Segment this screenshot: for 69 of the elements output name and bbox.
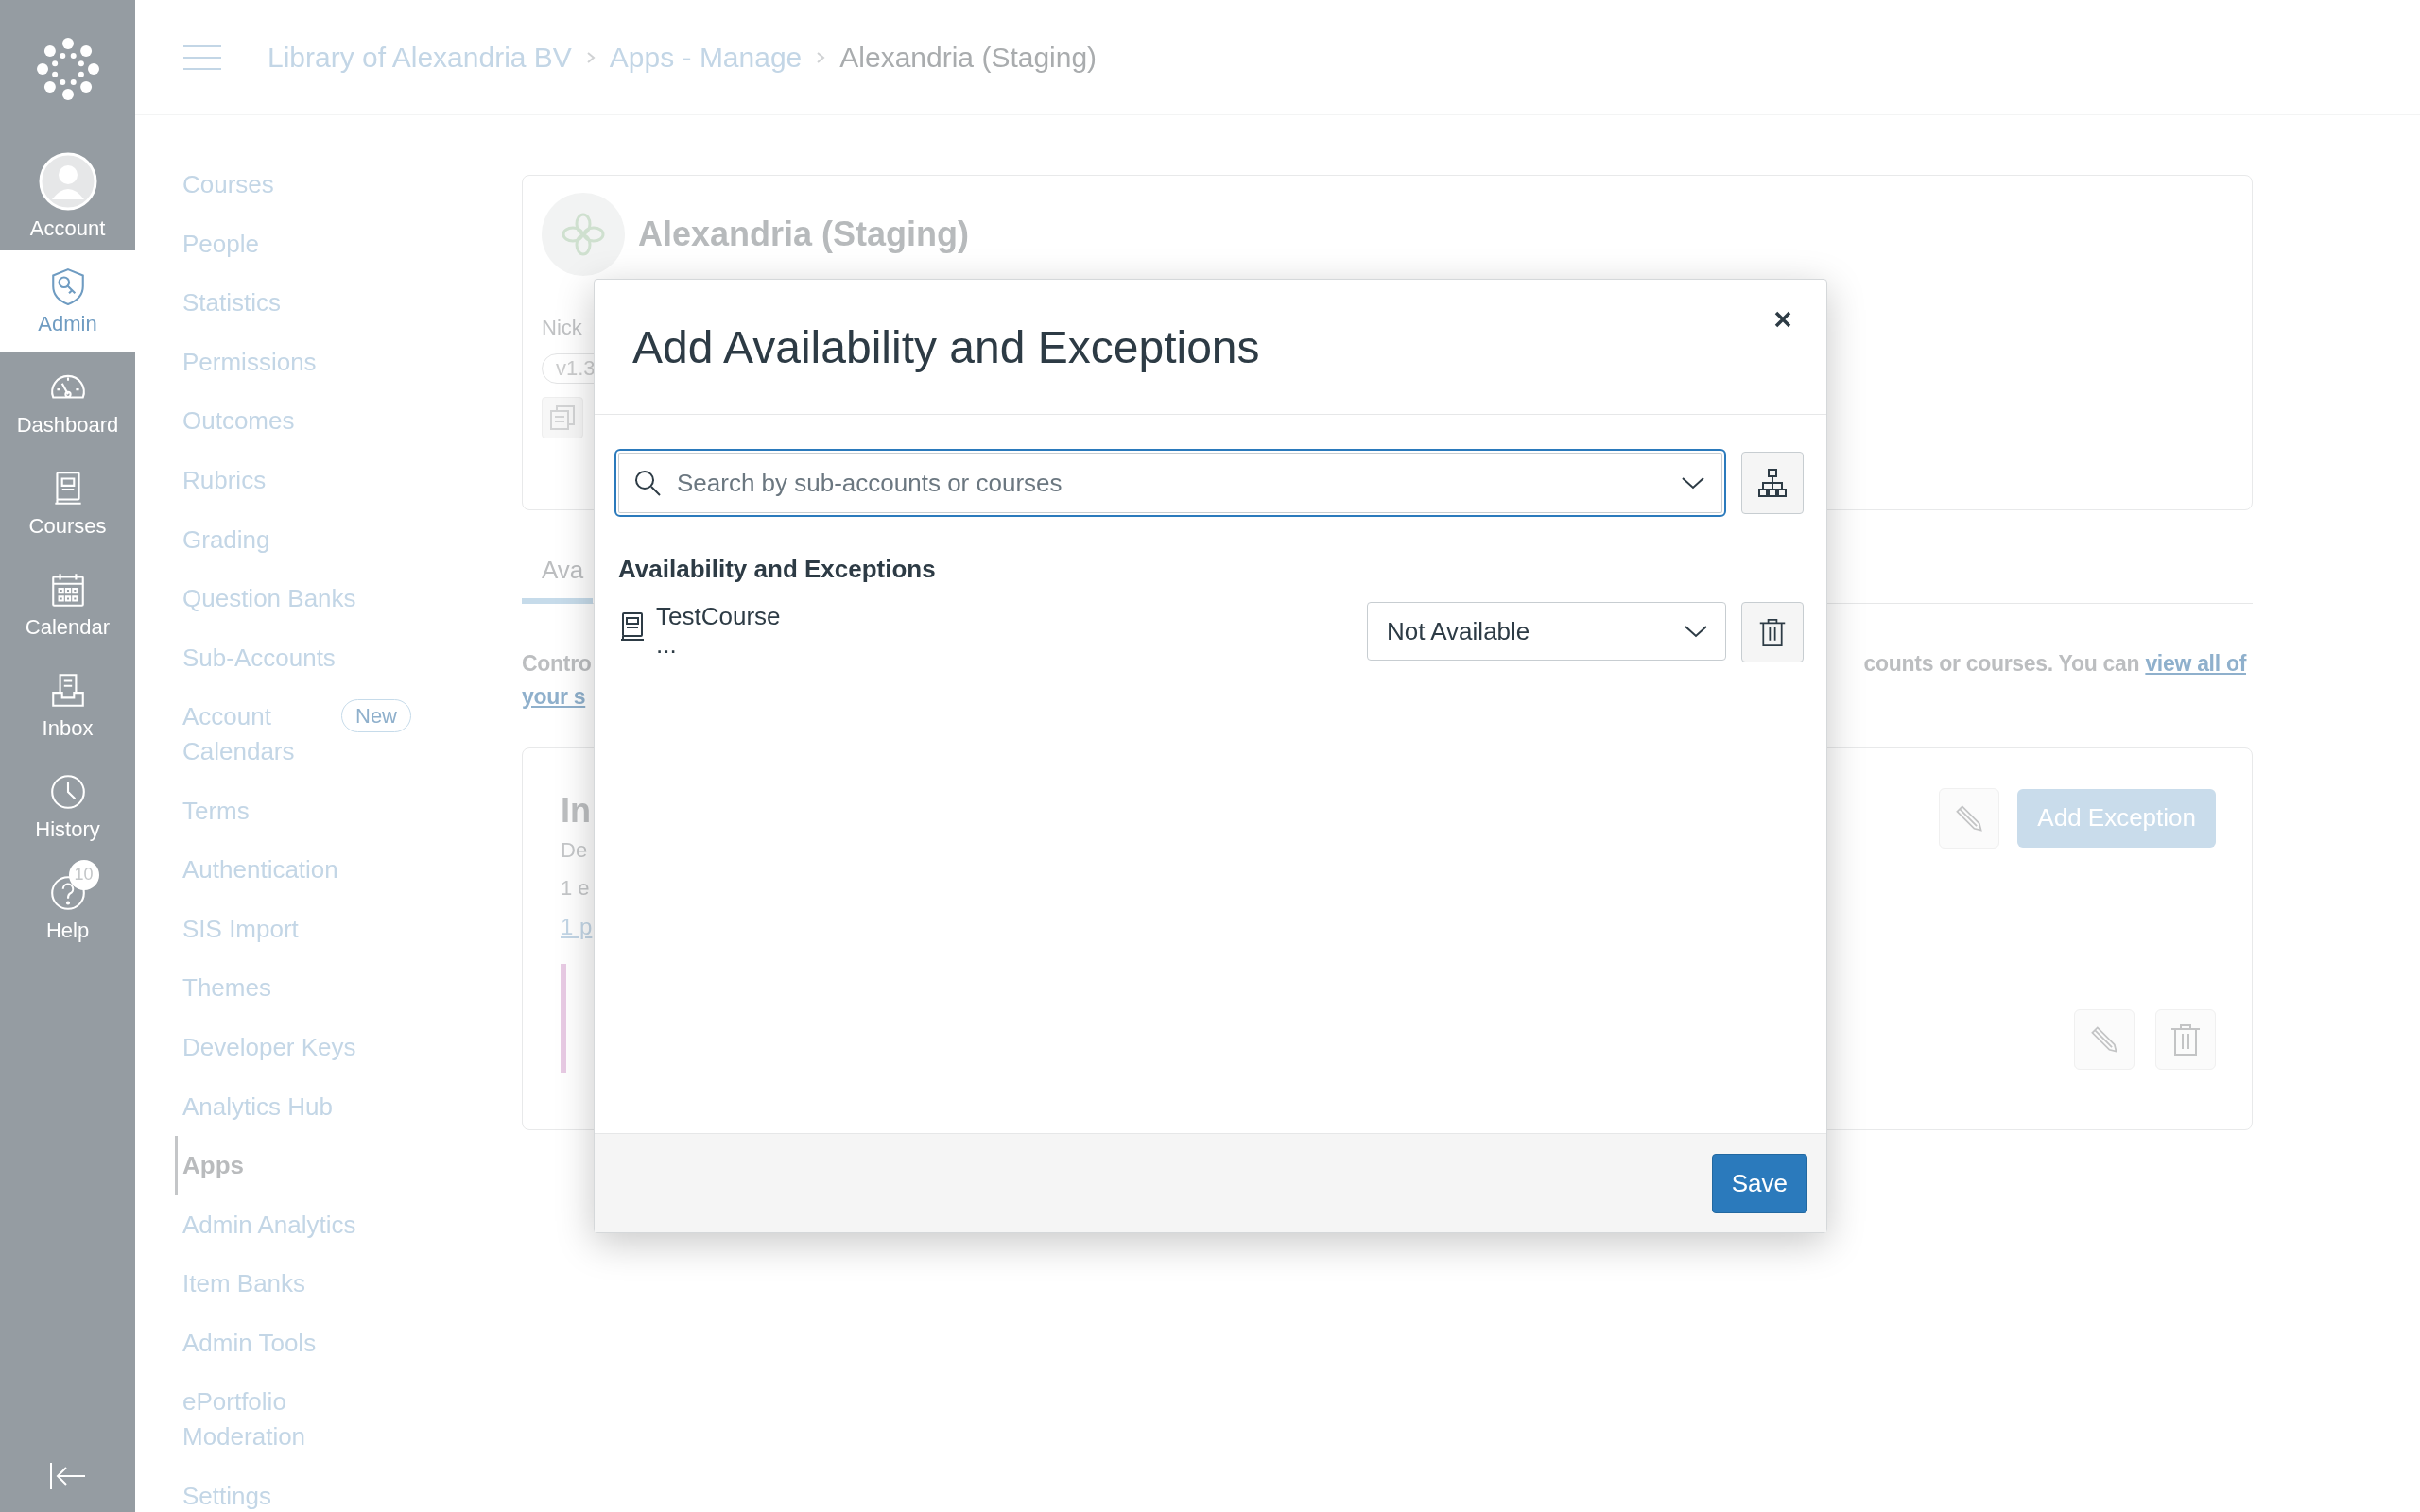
app-title: Alexandria (Staging) — [638, 215, 970, 254]
sidebar-link[interactable]: Statistics — [175, 273, 522, 333]
avatar-icon — [38, 152, 97, 211]
sidebar-link[interactable]: Grading — [175, 509, 522, 570]
nav-link[interactable]: Calendar — [0, 554, 135, 655]
copy-icon — [548, 404, 577, 432]
nav-link[interactable]: Admin — [0, 250, 135, 352]
sidebar-link[interactable]: Question Banks — [175, 569, 522, 628]
breadcrumb-link[interactable]: Library of Alexandria BV — [268, 41, 572, 74]
field-label: Nick — [542, 316, 582, 340]
nav-link[interactable]: Inbox — [0, 655, 135, 756]
search-icon — [633, 469, 662, 497]
trash-icon — [1758, 616, 1787, 648]
sidebar-link[interactable]: Permissions — [175, 332, 522, 392]
hierarchy-button[interactable] — [1741, 452, 1804, 514]
edit-button[interactable] — [2074, 1008, 2135, 1070]
sidebar-link[interactable]: Sub-Accounts — [175, 627, 522, 688]
sidebar-link[interactable]: Analytics Hub — [175, 1076, 522, 1137]
nav-link[interactable]: 10 Help — [0, 857, 135, 958]
sidebar-link[interactable]: Admin Analytics — [175, 1194, 522, 1255]
course-detail: ... — [656, 630, 678, 659]
card-heading: In — [561, 789, 591, 832]
link[interactable]: your s — [522, 683, 586, 709]
sidebar-link[interactable]: Apps — [175, 1136, 522, 1195]
sidebar-link[interactable]: Authentication — [175, 840, 522, 900]
trash-icon — [2169, 1022, 2202, 1057]
sidebar-link[interactable]: Settings — [175, 1466, 522, 1512]
menu-icon[interactable] — [182, 43, 222, 71]
sidebar-link[interactable]: Rubrics — [175, 450, 522, 510]
availability-select[interactable]: Not Available — [1367, 602, 1726, 661]
chevron-down-icon[interactable] — [1681, 475, 1705, 490]
breadcrumb-link[interactable]: Apps - Manage — [609, 41, 803, 74]
sidebar-link[interactable]: Courses — [175, 155, 522, 215]
sidebar-link[interactable]: People — [175, 214, 522, 274]
card-text: 1 e — [561, 874, 590, 902]
description-text: Contro — [522, 649, 592, 678]
hierarchy-icon — [1757, 468, 1788, 498]
copy-button[interactable] — [542, 397, 583, 438]
save-button[interactable]: Save — [1711, 1153, 1807, 1213]
dialog-title: Add Availability and Exceptions — [632, 320, 1260, 373]
description-text: counts or courses. You can — [1863, 650, 2140, 676]
sidebar-link[interactable]: Admin Tools — [175, 1313, 522, 1373]
chevron-down-icon — [1684, 624, 1708, 639]
sidebar-link[interactable]: Item Banks — [175, 1254, 522, 1314]
breadcrumb-current: Alexandria (Staging) — [839, 41, 1098, 74]
nav-link[interactable]: Courses — [0, 453, 135, 554]
sidebar-link[interactable]: ePortfolio Moderation — [175, 1372, 522, 1467]
link[interactable]: view all of — [2145, 650, 2246, 676]
sidebar-link[interactable]: Terms — [175, 781, 522, 841]
breadcrumb-separator-icon — [815, 49, 827, 65]
edit-button[interactable] — [1939, 787, 2000, 849]
delete-button[interactable] — [1741, 602, 1804, 662]
search-field[interactable]: Search by sub-accounts or courses — [614, 449, 1726, 517]
sidebar-link[interactable]: SIS Import — [175, 899, 522, 959]
course-name: TestCourse — [656, 602, 782, 630]
close-icon — [1773, 310, 1792, 329]
notification-badge: 10 — [68, 859, 99, 890]
sidebar-link[interactable]: Outcomes — [175, 391, 522, 451]
link[interactable]: 1 p — [561, 906, 593, 947]
sidebar-link[interactable]: Developer Keys — [175, 1017, 522, 1077]
nav-link[interactable]: History — [0, 756, 135, 857]
sidebar-link[interactable]: Account Calendars New — [175, 687, 522, 782]
section-heading: Availability and Exceptions — [618, 555, 937, 584]
card-text: De — [561, 836, 588, 864]
sidebar-link[interactable]: Themes — [175, 958, 522, 1018]
nav-link[interactable]: Dashboard — [0, 352, 135, 453]
nav-link[interactable]: Account — [0, 137, 135, 250]
app-logo-icon — [542, 193, 625, 276]
course-icon — [618, 611, 647, 642]
